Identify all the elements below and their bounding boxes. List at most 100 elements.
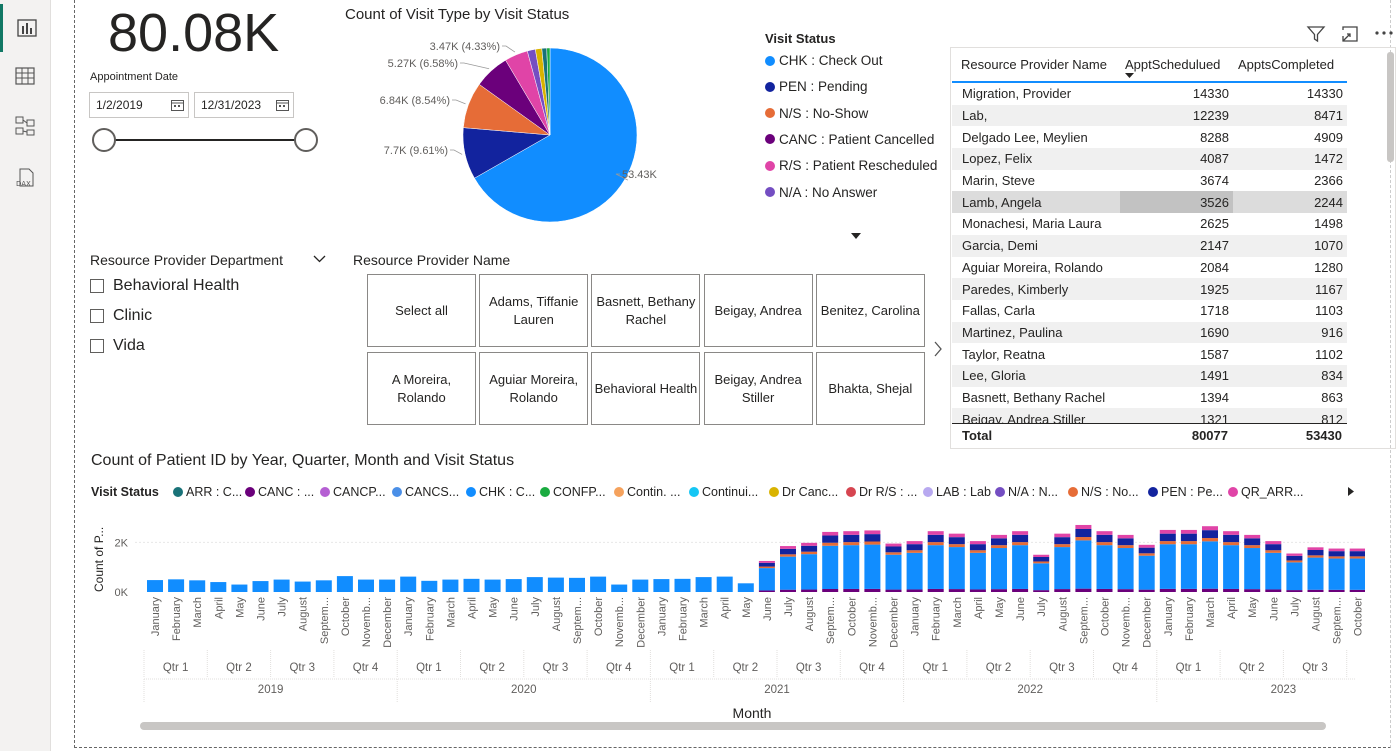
chevron-down-icon[interactable] (313, 255, 326, 263)
bar-segment[interactable] (1075, 537, 1092, 541)
bar-segment[interactable] (1138, 589, 1155, 592)
dept-checkbox-item[interactable]: Vida (90, 337, 145, 355)
bar-segment[interactable] (927, 534, 944, 543)
bar-segment[interactable] (1012, 534, 1029, 543)
bar-segment[interactable] (1286, 555, 1303, 561)
name-slicer-tile[interactable]: A Moreira, Rolando (367, 352, 476, 425)
table-row[interactable]: Lopez, Felix 4087 1472 (952, 148, 1347, 170)
bar-segment[interactable] (948, 533, 965, 538)
checkbox[interactable] (90, 309, 104, 323)
bar-segment[interactable] (1096, 588, 1113, 592)
bar-segment[interactable] (1223, 588, 1240, 592)
bar-segment[interactable] (632, 579, 649, 592)
name-slicer-tile[interactable]: Adams, Tiffanie Lauren (479, 274, 589, 347)
bar-segment[interactable] (969, 550, 986, 553)
bar-segment[interactable] (927, 531, 944, 535)
table-row[interactable]: Basnett, Bethany Rachel 1394 863 (952, 387, 1347, 409)
bar-segment[interactable] (758, 568, 775, 591)
bar-segment[interactable] (315, 580, 332, 592)
bar-segment[interactable] (421, 580, 438, 592)
bar-segment[interactable] (948, 544, 965, 548)
bar-segment[interactable] (1180, 533, 1197, 542)
bar-segment[interactable] (1223, 545, 1240, 589)
bar-segment[interactable] (1096, 531, 1113, 535)
bar-segment[interactable] (801, 589, 818, 592)
bar-segment[interactable] (927, 542, 944, 546)
bar-legend-item[interactable]: PEN : Pe... (1148, 485, 1223, 499)
bar-segment[interactable] (885, 554, 902, 590)
bar-segment[interactable] (758, 562, 775, 567)
bar-segment[interactable] (231, 584, 248, 592)
bar-legend-item[interactable]: Continui... (689, 485, 758, 499)
bar-segment[interactable] (400, 576, 417, 592)
report-view-icon[interactable] (0, 4, 50, 52)
table-row[interactable]: Lab, 12239 8471 (952, 104, 1347, 127)
name-slicer-tile[interactable]: Beigay, Andrea (703, 274, 813, 347)
bar-segment[interactable] (1180, 588, 1197, 592)
bar-legend-item[interactable]: Contin. ... (614, 485, 681, 499)
bar-segment[interactable] (822, 545, 839, 589)
bar-legend-item[interactable]: Dr Canc... (769, 485, 838, 499)
bar-segment[interactable] (991, 548, 1007, 590)
bar-legend-item[interactable]: CONFP... (540, 485, 606, 499)
bar-segment[interactable] (906, 589, 923, 592)
bar-segment[interactable] (1138, 553, 1155, 556)
bar-segment[interactable] (1265, 541, 1282, 545)
bar-segment[interactable] (843, 588, 860, 592)
bar-segment[interactable] (294, 581, 311, 592)
bar-segment[interactable] (1054, 589, 1071, 592)
bar-segment[interactable] (1012, 545, 1029, 589)
col-header-provider-name[interactable]: Resource Provider Name (961, 57, 1107, 72)
bar-legend-item[interactable]: ARR : C... (173, 485, 242, 499)
bar-segment[interactable] (358, 579, 374, 592)
pie-legend-item[interactable]: N/A : No Answer (765, 185, 877, 200)
bar-segment[interactable] (780, 589, 796, 592)
bar-legend-item[interactable]: CANC : ... (245, 485, 314, 499)
bar-segment[interactable] (1307, 557, 1324, 590)
bar-segment[interactable] (1075, 540, 1092, 589)
bar-segment[interactable] (1307, 547, 1324, 550)
bar-segment[interactable] (168, 579, 185, 592)
bar-segment[interactable] (1012, 531, 1029, 535)
bar-segment[interactable] (1033, 590, 1050, 592)
bar-segment[interactable] (1265, 544, 1282, 551)
bar-segment[interactable] (822, 588, 839, 592)
bar-legend-item[interactable]: CANCS... (392, 485, 459, 499)
bar-segment[interactable] (864, 530, 881, 535)
bar-segment[interactable] (1159, 541, 1176, 545)
table-view-icon[interactable] (0, 52, 50, 100)
bar-segment[interactable] (864, 544, 881, 589)
bar-segment[interactable] (864, 534, 881, 542)
bar-segment[interactable] (906, 541, 923, 545)
bar-segment[interactable] (1244, 545, 1261, 549)
more-options-icon[interactable] (1374, 30, 1394, 36)
bar-segment[interactable] (1117, 534, 1134, 539)
bar-segment[interactable] (822, 535, 839, 543)
date-range-start-handle[interactable] (92, 128, 116, 152)
bar-segment[interactable] (801, 551, 818, 555)
bar-segment[interactable] (1033, 554, 1050, 557)
bar-segment[interactable] (1244, 589, 1261, 592)
bar-segment[interactable] (1202, 526, 1218, 531)
table-row[interactable]: Fallas, Carla 1718 1103 (952, 300, 1347, 322)
bar-segment[interactable] (1328, 551, 1345, 557)
bar-segment[interactable] (1054, 533, 1071, 538)
bar-segment[interactable] (1244, 548, 1261, 590)
bar-segment[interactable] (1138, 555, 1155, 590)
bar-segment[interactable] (273, 579, 290, 592)
bar-segment[interactable] (1117, 548, 1134, 590)
chevron-right-icon[interactable] (933, 341, 943, 357)
bar-segment[interactable] (969, 589, 986, 592)
bar-segment[interactable] (927, 588, 944, 592)
bar-segment[interactable] (991, 589, 1007, 592)
bar-segment[interactable] (843, 545, 860, 589)
pie-legend-item[interactable]: CHK : Check Out (765, 53, 883, 68)
bar-segment[interactable] (780, 548, 796, 555)
bar-segment[interactable] (1286, 560, 1303, 563)
pie-legend-item[interactable]: R/S : Patient Rescheduled (765, 158, 937, 173)
bar-segment[interactable] (1054, 537, 1071, 545)
bar-segment[interactable] (1054, 544, 1071, 548)
bar-segment[interactable] (1244, 538, 1261, 546)
focus-mode-icon[interactable] (1340, 24, 1360, 44)
name-slicer-tile[interactable]: Behavioral Health (591, 352, 701, 425)
